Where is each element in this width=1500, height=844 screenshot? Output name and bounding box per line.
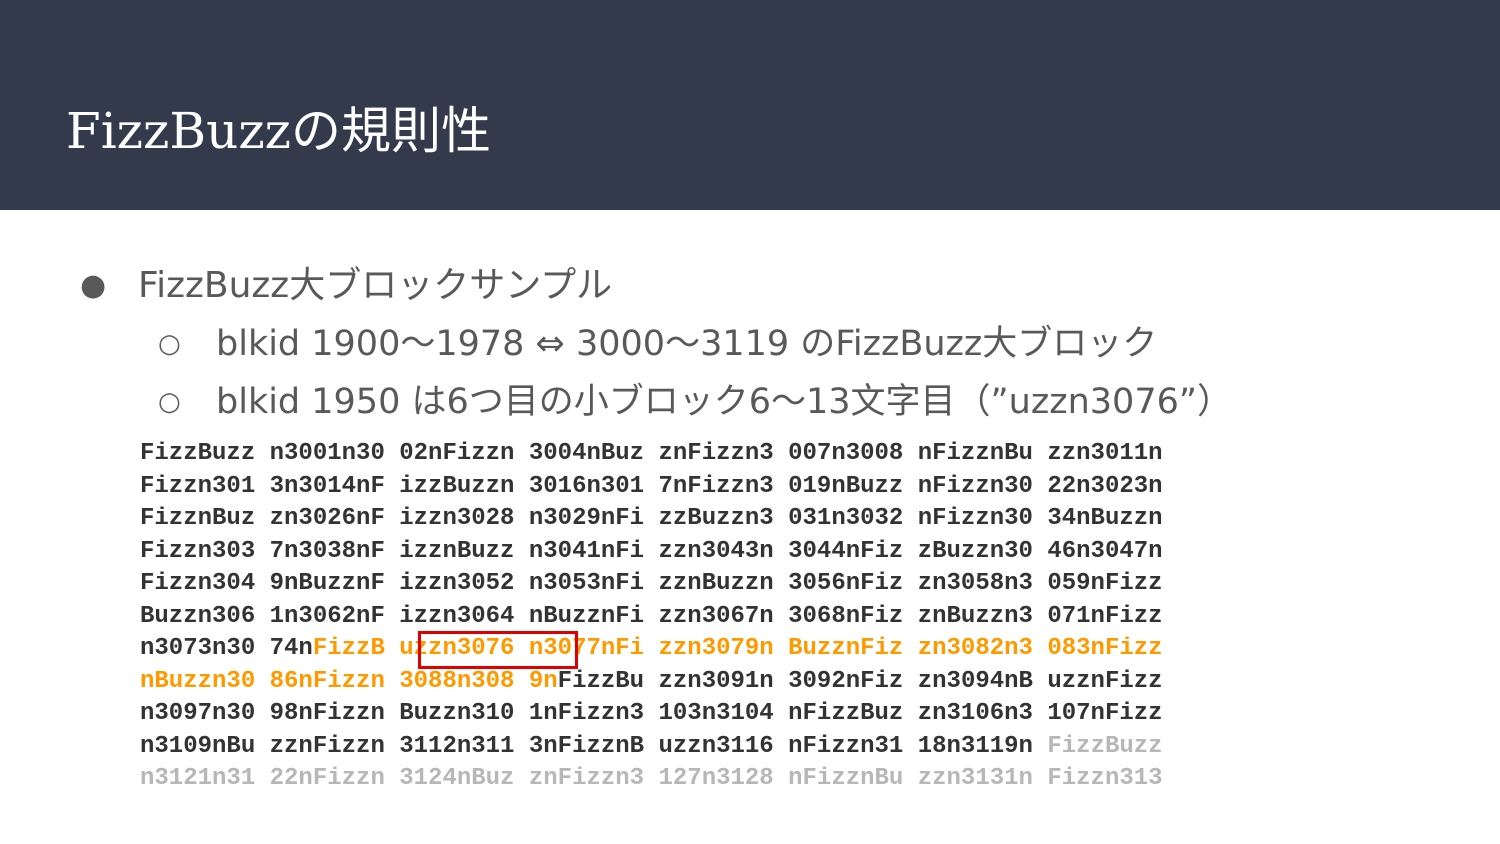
stream-line: n3097n30 98nFizzn Buzzn310 1nFizzn3 103n… xyxy=(140,698,1163,731)
stream-line: Buzzn306 1n3062nF izzn3064 nBuzznFi zzn3… xyxy=(140,601,1163,634)
highlight-box xyxy=(418,631,578,669)
stream-segment: n3109nBu zznFizzn 3112n311 3nFizznB uzzn… xyxy=(140,732,1048,760)
dimmed-segment: FizzBuzz xyxy=(1047,732,1163,760)
dimmed-segment: n3121n31 22nFizzn 3124nBuz znFizzn3 127n… xyxy=(140,765,1163,792)
slide-title: FizzBuzzの規則性 xyxy=(66,102,491,160)
bullet-text: blkid 1950 は6つ目の小ブロック6〜13文字目（”uzzn3076”） xyxy=(216,382,1232,422)
stream-segment: FizznBuz zn3026nF izzn3028 n3029nFi zzBu… xyxy=(140,505,1163,532)
stream-line: n3121n31 22nFizzn 3124nBuz znFizzn3 127n… xyxy=(140,763,1163,796)
stream-line: n3073n30 74nFizzB uzzn3076 n3077nFi zzn3… xyxy=(140,633,1163,666)
stream-line: Fizzn301 3n3014nF izzBuzzn 3016n301 7nFi… xyxy=(140,471,1163,504)
stream-segment: Fizzn304 9nBuzznF izzn3052 n3053nFi zznB… xyxy=(140,570,1163,597)
highlighted-segment: nBuzzn30 86nFizzn 3088n308 9n xyxy=(140,667,558,695)
stream-line: n3109nBu zznFizzn 3112n311 3nFizznB uzzn… xyxy=(140,731,1163,764)
stream-line: Fizzn304 9nBuzznF izzn3052 n3053nFi zznB… xyxy=(140,568,1163,601)
stream-segment: Buzzn306 1n3062nF izzn3064 nBuzznFi zzn3… xyxy=(140,602,1163,630)
stream-segment: Fizzn301 3n3014nF izzBuzzn 3016n301 7nFi… xyxy=(140,472,1163,500)
stream-line: FizznBuz zn3026nF izzn3028 n3029nFi zzBu… xyxy=(140,503,1163,536)
stream-segment: Fizzn303 7n3038nF izznBuzz n3041nFi zzn3… xyxy=(140,537,1163,565)
title-bar: FizzBuzzの規則性 xyxy=(0,0,1500,210)
stream-segment: FizzBuzz n3001n30 02nFizzn 3004nBuz znFi… xyxy=(140,440,1163,467)
hollow-circle-bullet-icon: ○ xyxy=(158,329,181,359)
filled-circle-bullet-icon: ● xyxy=(80,268,107,303)
stream-line: FizzBuzz n3001n30 02nFizzn 3004nBuz znFi… xyxy=(140,438,1163,471)
bullet-level1: ● FizzBuzz大ブロックサンプル xyxy=(80,262,612,310)
stream-line: nBuzzn30 86nFizzn 3088n308 9nFizzBu zzn3… xyxy=(140,666,1163,699)
stream-segment: FizzBu zzn3091n 3092nFiz zn3094nB uzznFi… xyxy=(557,667,1163,695)
stream-segment: n3097n30 98nFizzn Buzzn310 1nFizzn3 103n… xyxy=(140,700,1163,727)
fizzbuzz-stream: FizzBuzz n3001n30 02nFizzn 3004nBuz znFi… xyxy=(140,438,1163,796)
bullet-text: FizzBuzz大ブロックサンプル xyxy=(138,265,613,306)
slide: FizzBuzzの規則性 ● FizzBuzz大ブロックサンプル ○ blkid 1… xyxy=(0,0,1500,844)
hollow-circle-bullet-icon: ○ xyxy=(158,387,181,417)
stream-segment: n3073n30 74n xyxy=(140,635,313,662)
bullet-text: blkid 1900〜1978 ⇔ 3000〜3119 のFizzBuzz大ブロ… xyxy=(216,324,1158,364)
bullet-level2: ○ blkid 1900〜1978 ⇔ 3000〜3119 のFizzBuzz大ブ… xyxy=(158,320,1157,368)
bullet-level2: ○ blkid 1950 は6つ目の小ブロック6〜13文字目（”uzzn3076”… xyxy=(158,378,1232,426)
stream-line: Fizzn303 7n3038nF izznBuzz n3041nFi zzn3… xyxy=(140,536,1163,569)
